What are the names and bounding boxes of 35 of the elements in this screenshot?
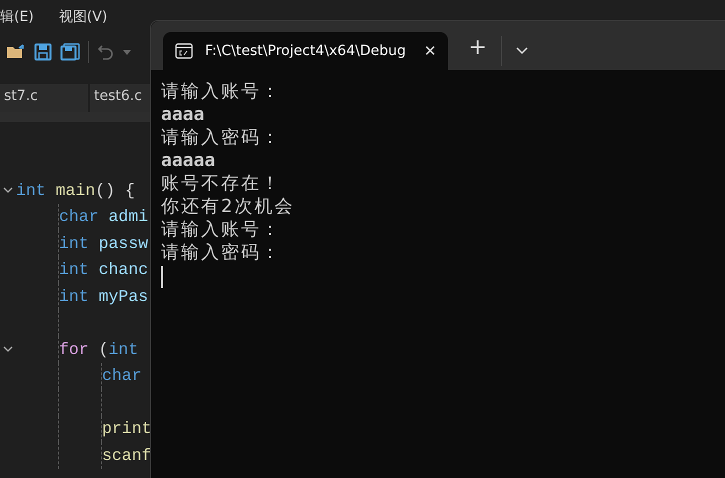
console-line: 请输入密码： — [161, 241, 282, 264]
console-icon — [175, 43, 193, 59]
file-tab[interactable]: st7.c — [0, 84, 88, 112]
code-line: char — [102, 366, 142, 386]
close-button[interactable]: ✕ — [424, 42, 436, 60]
console-line: 账号不存在！ — [161, 172, 282, 195]
save-all-icon[interactable] — [60, 43, 80, 61]
code-line: int myPas — [59, 286, 148, 306]
tab-title: F:\C\test\Project4\x64\Debug — [205, 43, 406, 59]
folder-icon[interactable] — [6, 44, 26, 60]
console-line: 请输入账号： — [161, 80, 282, 103]
console-line: 请输入账号： — [161, 218, 282, 241]
dropdown-icon[interactable] — [516, 46, 528, 54]
new-tab-button[interactable]: + — [468, 35, 487, 60]
fold-icon[interactable] — [3, 185, 13, 196]
caret-icon[interactable] — [123, 50, 131, 54]
undo-icon[interactable] — [97, 43, 115, 61]
text-cursor — [161, 266, 163, 288]
code-line: char admi — [59, 207, 148, 226]
code-line: int chanc — [59, 260, 148, 280]
fold-icon[interactable] — [3, 344, 13, 354]
console-line: 你还有2次机会 — [161, 195, 296, 218]
terminal-tab[interactable]: F:\C\test\Project4\x64\Debug ✕ — [163, 32, 448, 70]
code-line: print — [102, 419, 152, 438]
file-tab[interactable]: test6.c — [90, 84, 150, 112]
code-line: int passw — [59, 234, 148, 253]
console-line: aaaa — [161, 103, 206, 126]
console-line: aaaaa — [161, 149, 216, 172]
console-line: 请输入密码： — [161, 126, 282, 149]
code-line: int main() { — [16, 180, 135, 200]
save-icon[interactable] — [34, 43, 52, 61]
code-line: scanf — [102, 446, 152, 465]
menu-item[interactable]: 视图(V) — [58, 8, 108, 26]
menu-item[interactable]: 辑(E) — [0, 8, 34, 26]
code-line: for (int — [59, 340, 138, 359]
